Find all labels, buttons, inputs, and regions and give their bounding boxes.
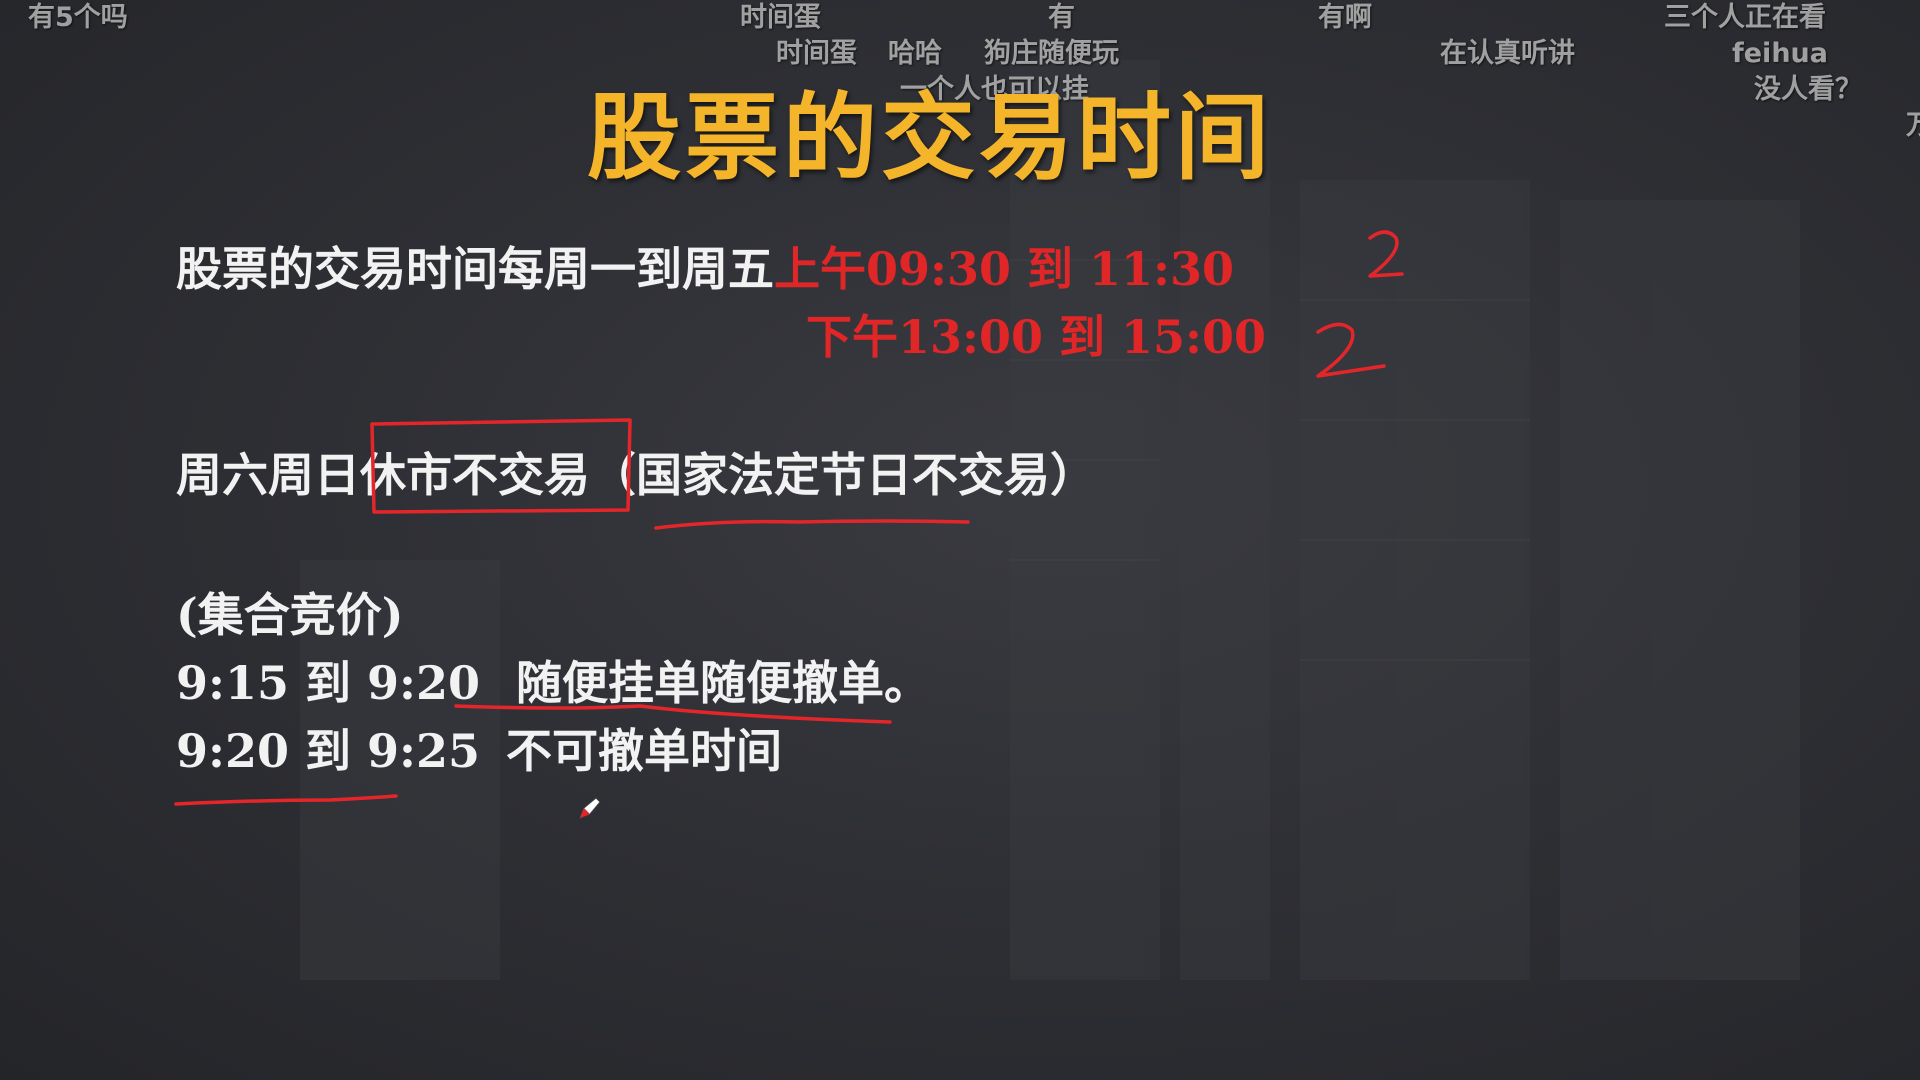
danmaku-comment: 万 [1906,110,1920,141]
danmaku-comment: 有 [1048,2,1075,33]
call-auction-label: (集合竞价) [176,588,404,642]
annotation-number-2-top [1368,230,1404,278]
pen-cursor-icon [579,797,601,819]
weekend-days-text: 周六周日 [176,448,360,502]
annotation-underline-holiday [654,519,970,530]
holiday-note-text: （国家法定节日不交易） [590,448,1096,502]
slide-title: 股票的交易时间 [586,84,1273,193]
weekend-closed-line: 周六周日休市不交易（国家法定节日不交易） [176,452,1096,498]
auction-period-two-desc: 不可撤单时间 [506,724,783,778]
trading-hours-line: 股票的交易时间每周一到周五上午09:30 到 11:30 [176,246,1234,292]
danmaku-comment: 时间蛋 [740,2,821,33]
video-frame: 有5个吗 时间蛋 有 有啊 三个人正在看 时间蛋 哈哈 狗庄随便玩 在认真听讲 … [0,0,1920,1080]
auction-period-one: 9:15 到 9:20 随便挂单随便撤单。 [176,660,930,706]
auction-period-one-desc: 随便挂单随便撤单。 [516,656,931,710]
trading-days-text: 股票的交易时间每周一到周五 [176,242,774,296]
auction-period-two: 9:20 到 9:25 不可撤单时间 [176,728,782,774]
danmaku-comment: 三个人正在看 [1664,2,1826,33]
annotation-underline-auction-two [174,794,398,806]
danmaku-comment: 有5个吗 [28,2,128,33]
annotation-number-2-bottom [1316,322,1386,378]
morning-session-text: 上午09:30 到 11:30 [774,242,1235,296]
danmaku-comment: 有啊 [1318,2,1372,33]
market-closed-text: 休市不交易 [360,448,590,502]
auction-period-one-time: 9:15 到 9:20 [176,656,481,710]
auction-period-two-time: 9:20 到 9:25 [176,724,481,778]
afternoon-session-text: 下午13:00 到 15:00 [806,310,1267,364]
